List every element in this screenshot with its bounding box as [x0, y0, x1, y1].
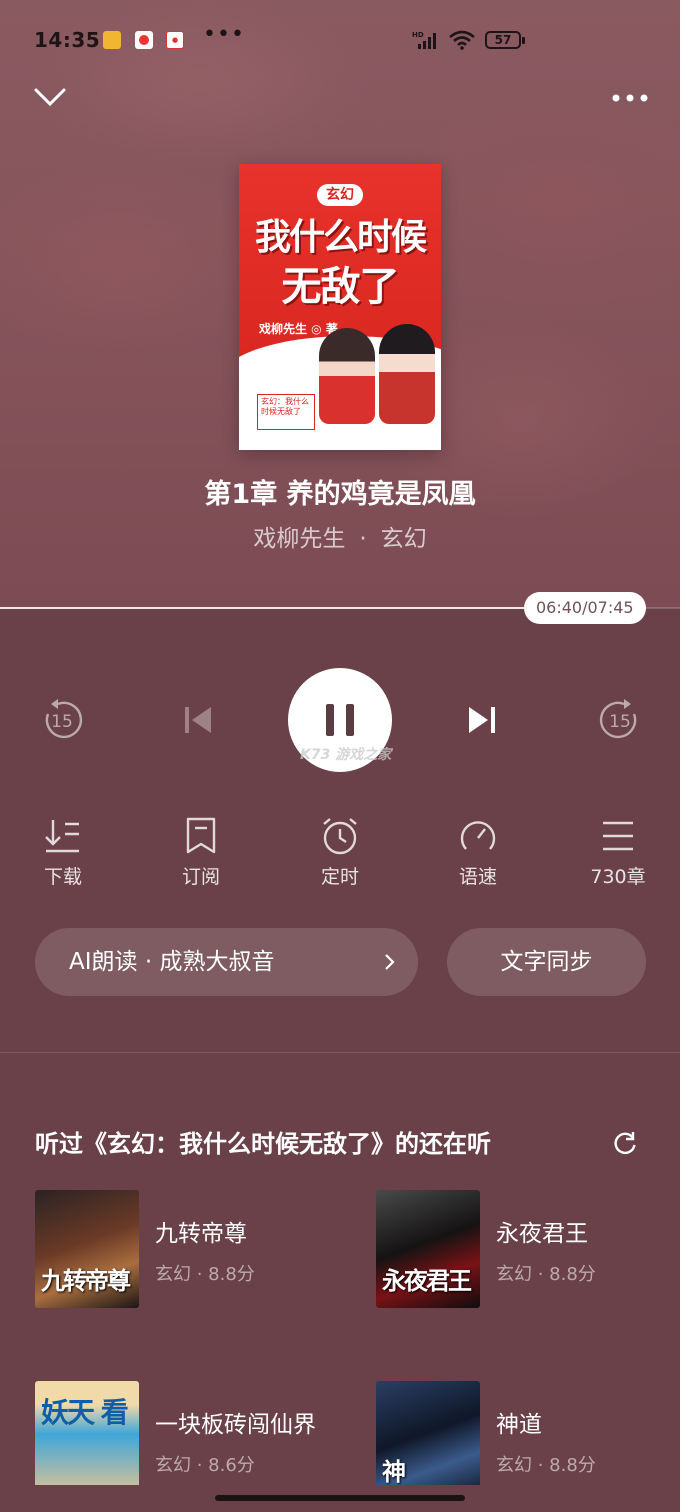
book-thumbnail-text: 永夜君王	[382, 1267, 472, 1295]
skip-previous-icon	[185, 707, 211, 733]
download-label: 下载	[43, 866, 82, 888]
speed-label: 语速	[458, 866, 497, 888]
status-time: 14:35	[34, 28, 101, 52]
speed-dial-icon	[428, 814, 528, 858]
refresh-icon	[614, 1132, 636, 1155]
cover-character-left	[319, 328, 375, 424]
forward-15-button[interactable]: 15	[596, 696, 644, 744]
collapse-player-button[interactable]	[32, 82, 72, 114]
book-thumbnail: 妖天 看	[35, 1381, 139, 1485]
signal-icon: HD	[412, 30, 440, 54]
ai-voice-selector[interactable]: AI朗读 · 成熟大叔音	[35, 928, 418, 996]
book-thumbnail: 神	[376, 1381, 480, 1485]
book-cover[interactable]: 玄幻 我什么时候 无敌了 戏柳先生 ◎ 著 玄幻：我什么时候无敌了	[239, 164, 441, 450]
book-info: 玄幻 · 8.6分	[155, 1455, 255, 1476]
progress-fill	[0, 607, 585, 609]
list-icon	[568, 814, 668, 858]
book-thumbnail-text: 九转帝尊	[41, 1267, 131, 1295]
svg-text:HD: HD	[412, 31, 424, 39]
book-thumbnail-text: 神	[382, 1458, 406, 1485]
status-bar: 14:35 ● ••• HD 57	[0, 0, 680, 80]
book-name: 永夜君王	[496, 1221, 588, 1247]
watermark: K73 游戏之家	[300, 747, 392, 763]
more-notifications-icon: •••	[203, 22, 245, 47]
more-dots-icon	[612, 94, 648, 102]
text-sync-button[interactable]: 文字同步	[447, 928, 646, 996]
book-meta: 戏柳先生 · 玄幻	[0, 519, 680, 553]
book-thumbnail: 九转帝尊	[35, 1190, 139, 1308]
author-name[interactable]: 戏柳先生	[253, 526, 345, 552]
recommended-book[interactable]: 永夜君王 永夜君王 玄幻 · 8.8分	[376, 1190, 666, 1308]
home-indicator[interactable]	[215, 1495, 465, 1501]
svg-text:15: 15	[609, 712, 631, 732]
timer-button[interactable]: 定时	[290, 814, 390, 889]
ai-voice-label: AI朗读 · 成熟大叔音	[69, 949, 275, 975]
next-chapter-button[interactable]	[464, 702, 500, 738]
previous-chapter-button[interactable]	[180, 702, 216, 738]
subscribe-button[interactable]: 订阅	[151, 814, 251, 889]
subscribe-label: 订阅	[181, 866, 220, 888]
rewind-15-icon: 15	[45, 699, 83, 739]
speed-button[interactable]: 语速	[428, 814, 528, 889]
chapter-list-button[interactable]: 730章	[568, 814, 668, 889]
wifi-icon	[448, 30, 476, 54]
download-button[interactable]: 下载	[13, 814, 113, 889]
timer-label: 定时	[320, 866, 359, 888]
notification-weibo-icon: ●	[166, 31, 184, 49]
notification-app-icon	[135, 31, 153, 49]
recommended-book[interactable]: 妖天 看 一块板砖闯仙界 玄幻 · 8.6分	[35, 1381, 335, 1485]
svg-text:15: 15	[51, 712, 73, 732]
recommended-book[interactable]: 神 神道 玄幻 · 8.8分	[376, 1381, 666, 1485]
recommendations-title: 听过《玄幻：我什么时候无敌了》的还在听	[35, 1130, 491, 1158]
download-icon	[13, 814, 113, 858]
cover-title-line1: 我什么时候	[254, 217, 427, 258]
section-divider	[0, 1052, 680, 1053]
book-info: 玄幻 · 8.8分	[496, 1455, 596, 1476]
pause-icon-bar	[346, 704, 354, 736]
refresh-recommendations-button[interactable]	[612, 1130, 638, 1160]
pause-icon	[326, 704, 334, 736]
book-name: 一块板砖闯仙界	[155, 1412, 316, 1438]
cover-note-box: 玄幻：我什么时候无敌了	[257, 394, 315, 430]
forward-15-icon: 15	[599, 699, 637, 739]
notification-note-icon	[103, 31, 121, 49]
bookmark-icon	[151, 814, 251, 858]
book-name: 神道	[496, 1412, 542, 1438]
progress-time-handle[interactable]: 06:40/07:45	[524, 592, 646, 624]
chapter-count-label: 730章	[590, 866, 646, 888]
recommended-book[interactable]: 九转帝尊 九转帝尊 玄幻 · 8.8分	[35, 1190, 335, 1308]
book-info: 玄幻 · 8.8分	[496, 1264, 596, 1285]
cover-character-right	[379, 324, 435, 424]
chevron-down-icon	[34, 88, 66, 107]
meta-separator: ·	[359, 526, 367, 552]
chevron-right-icon	[385, 954, 395, 970]
rewind-15-button[interactable]: 15	[38, 696, 86, 744]
battery-icon: 57	[485, 31, 525, 49]
alarm-clock-icon	[290, 814, 390, 858]
book-info: 玄幻 · 8.8分	[155, 1264, 255, 1285]
genre-label[interactable]: 玄幻	[381, 526, 427, 552]
cover-author-text: 戏柳先生 ◎ 著	[259, 322, 338, 336]
cover-genre-tag: 玄幻	[317, 184, 363, 206]
book-thumbnail-text: 妖天 看	[41, 1396, 129, 1429]
book-thumbnail: 永夜君王	[376, 1190, 480, 1308]
more-options-button[interactable]	[608, 84, 652, 112]
cover-title-line2: 无敌了	[281, 264, 400, 310]
book-name: 九转帝尊	[155, 1221, 247, 1247]
chapter-title: 第1章 养的鸡竟是凤凰	[204, 479, 476, 510]
skip-next-icon	[469, 707, 495, 733]
